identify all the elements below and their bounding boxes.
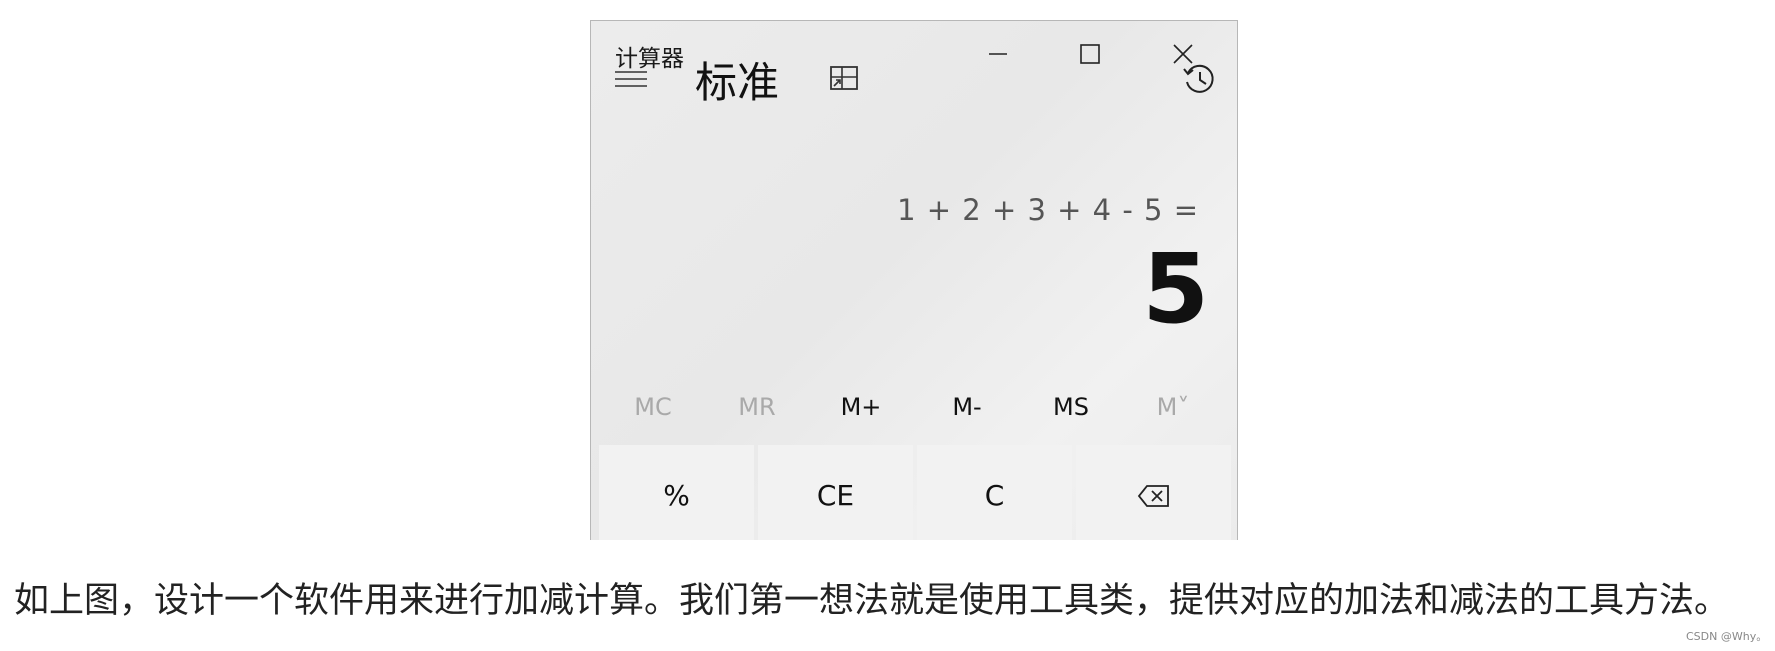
maximize-icon[interactable]	[1073, 37, 1107, 71]
memory-row: MC MR M+ M- MS M˅	[591, 393, 1237, 437]
m-plus-button[interactable]: M+	[821, 393, 901, 421]
result-display: 5	[1142, 233, 1209, 345]
expression-display: 1 + 2 + 3 + 4 - 5 =	[897, 193, 1199, 227]
memory-list-button[interactable]: M˅	[1133, 393, 1213, 421]
m-minus-button[interactable]: M-	[927, 393, 1007, 421]
percent-key[interactable]: %	[599, 445, 754, 540]
caption-text: 如上图，设计一个软件用来进行加减计算。我们第一想法就是使用工具类，提供对应的加法…	[14, 581, 1730, 621]
mc-button[interactable]: MC	[613, 393, 693, 421]
title-bar: 计算器	[591, 21, 1237, 85]
calculator-window: 计算器 标准 1 + 2 + 3 + 4 - 5 = 5 MC MR M+ M-…	[590, 20, 1238, 540]
backspace-key[interactable]	[1076, 445, 1231, 540]
mr-button[interactable]: MR	[717, 393, 797, 421]
ce-key[interactable]: CE	[758, 445, 913, 540]
watermark: CSDN @Why。	[1686, 630, 1768, 643]
ms-button[interactable]: MS	[1031, 393, 1111, 421]
c-key[interactable]: C	[917, 445, 1072, 540]
keep-on-top-icon[interactable]	[825, 59, 863, 97]
menu-icon[interactable]	[613, 61, 649, 97]
history-icon[interactable]	[1179, 59, 1219, 99]
mode-title: 标准	[695, 58, 780, 107]
minimize-icon[interactable]	[981, 37, 1015, 71]
backspace-icon	[1137, 484, 1169, 507]
